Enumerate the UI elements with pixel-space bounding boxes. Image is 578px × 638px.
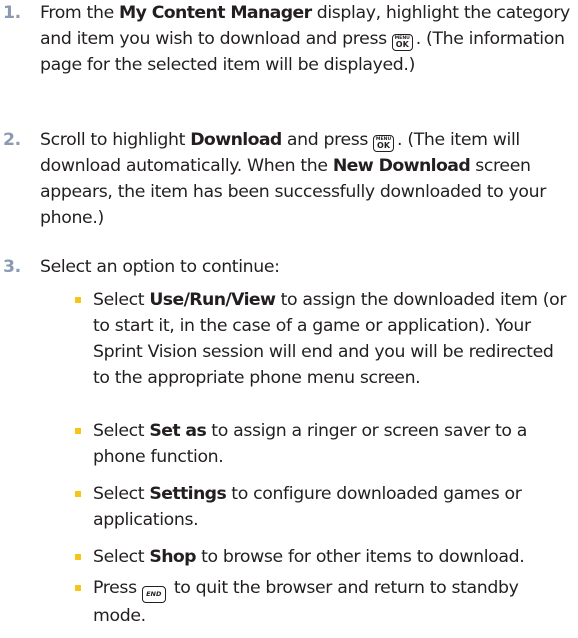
- step-number: 3.: [3, 257, 21, 277]
- bullet-icon: [75, 585, 81, 591]
- shop-label: Shop: [149, 547, 196, 567]
- step-text: Select an option to continue:: [40, 257, 280, 277]
- step-2: 2. Scroll to highlight Download and pres…: [0, 127, 572, 231]
- step-3: 3. Select an option to continue:: [0, 254, 572, 280]
- option-use-run-view: Select Use/Run/View to assign the downlo…: [93, 287, 571, 391]
- step-1: 1. From the My Content Manager display, …: [0, 0, 572, 104]
- new-download-label: New Download: [332, 156, 471, 176]
- option-settings: Select Settings to configure downloaded …: [93, 481, 571, 533]
- step-text: Scroll to highlight Download and press ME…: [40, 127, 572, 231]
- bullet-icon: [75, 297, 81, 303]
- key-bottom-label: OK: [395, 40, 409, 49]
- step-number: 1.: [3, 3, 21, 23]
- download-label: Download: [190, 130, 282, 150]
- option-press-end: Press END to quit the browser and return …: [93, 575, 571, 629]
- option-text-pre: Press: [93, 578, 137, 598]
- option-set-as: Select Set as to assign a ringer or scre…: [93, 418, 571, 470]
- step-text: From the My Content Manager display, hig…: [40, 0, 572, 78]
- bullet-icon: [75, 428, 81, 434]
- set-as-label: Set as: [149, 421, 207, 441]
- bullet-icon: [75, 491, 81, 497]
- option-text-post: to browse for other items to download.: [195, 547, 525, 567]
- bullet-icon: [75, 554, 81, 560]
- step-text-pre: From the: [40, 3, 120, 23]
- key-bottom-label: OK: [377, 141, 391, 150]
- my-content-manager-label: My Content Manager: [119, 3, 312, 23]
- end-key-icon: END: [141, 586, 166, 603]
- option-text-pre: Select: [93, 484, 150, 504]
- settings-label: Settings: [149, 484, 227, 504]
- use-run-view-label: Use/Run/View: [149, 290, 276, 310]
- step-number: 2.: [3, 130, 21, 150]
- option-shop: Select Shop to browse for other items to…: [93, 544, 571, 570]
- option-text-pre: Select: [93, 290, 150, 310]
- end-key-label: END: [146, 590, 162, 598]
- option-text-pre: Select: [93, 421, 150, 441]
- instructions-page: 1. From the My Content Manager display, …: [0, 0, 578, 638]
- menu-ok-key-icon: MENU OK: [373, 135, 395, 152]
- option-text-pre: Select: [93, 547, 150, 567]
- menu-ok-key-icon: MENU OK: [391, 34, 413, 51]
- step-text-post: and press: [281, 130, 369, 150]
- step-text-pre: Scroll to highlight: [40, 130, 191, 150]
